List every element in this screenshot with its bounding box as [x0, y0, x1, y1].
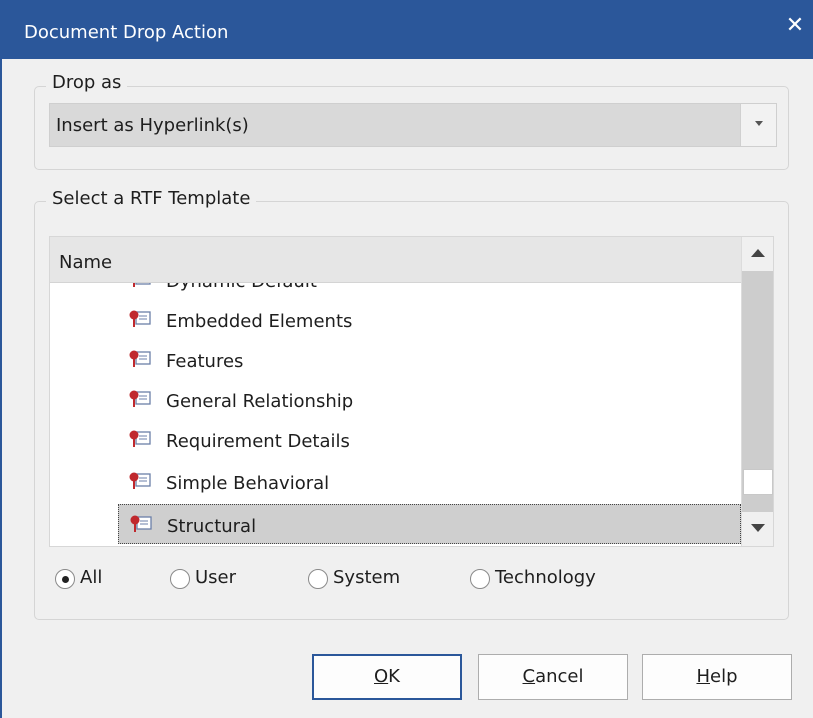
- template-icon: [129, 350, 151, 367]
- radio-circle: [170, 569, 190, 589]
- cancel-button[interactable]: Cancel: [478, 654, 628, 700]
- list-item[interactable]: Features: [118, 340, 741, 380]
- radio-circle: [308, 569, 328, 589]
- list-item-label: General Relationship: [166, 391, 354, 412]
- filter-system-radio[interactable]: System: [308, 567, 418, 597]
- chevron-down-icon: [755, 121, 763, 126]
- list-item-label: Structural: [167, 516, 257, 537]
- template-icon: [133, 283, 151, 287]
- drop-as-legend: Drop as: [46, 72, 128, 93]
- column-header-label: Name: [59, 252, 113, 273]
- list-item[interactable]: Dynamic Default: [118, 283, 741, 300]
- template-icon: [129, 430, 151, 447]
- help-accel: H: [696, 666, 711, 687]
- cancel-label: ancel: [535, 666, 584, 687]
- close-button[interactable]: ✕: [778, 8, 812, 44]
- list-item-label: Requirement Details: [166, 431, 350, 452]
- template-icon: [129, 390, 151, 407]
- help-label: elp: [710, 666, 738, 687]
- filter-user-label: User: [195, 567, 237, 588]
- arrow-up-icon: [751, 249, 765, 257]
- arrow-down-icon: [751, 524, 765, 532]
- filter-all-radio[interactable]: All: [55, 567, 125, 597]
- radio-circle: [55, 569, 75, 589]
- close-icon: ✕: [785, 13, 805, 38]
- drop-as-select[interactable]: Insert as Hyperlink(s): [49, 103, 777, 147]
- filter-technology-label: Technology: [495, 567, 596, 588]
- scroll-down-button[interactable]: [742, 512, 773, 546]
- filter-technology-radio[interactable]: Technology: [470, 567, 630, 597]
- radio-circle: [470, 569, 490, 589]
- filter-all-label: All: [80, 567, 103, 588]
- template-icon: [130, 515, 152, 532]
- list-item-selected[interactable]: Structural: [118, 504, 741, 544]
- list-item[interactable]: Simple Behavioral: [118, 462, 741, 502]
- vertical-scrollbar[interactable]: [741, 237, 773, 546]
- filter-user-radio[interactable]: User: [170, 567, 260, 597]
- list-item-label: Dynamic Default: [166, 283, 317, 292]
- help-button[interactable]: Help: [642, 654, 792, 700]
- list-item[interactable]: Requirement Details: [118, 420, 741, 460]
- filter-system-label: System: [333, 567, 401, 588]
- ok-button[interactable]: OK: [312, 654, 462, 700]
- document-drop-action-dialog: Document Drop Action ✕ Drop as Insert as…: [0, 0, 813, 718]
- template-list[interactable]: Name Dynamic Default Embedded Elements: [49, 236, 774, 547]
- list-item-label: Simple Behavioral: [166, 473, 330, 494]
- title-bar: Document Drop Action ✕: [2, 0, 813, 59]
- scroll-up-button[interactable]: [742, 237, 773, 271]
- template-icon: [129, 310, 151, 327]
- list-item[interactable]: General Relationship: [118, 380, 741, 420]
- template-icon: [129, 472, 151, 489]
- list-item-label: Embedded Elements: [166, 311, 353, 332]
- scroll-thumb[interactable]: [743, 469, 773, 495]
- dialog-title: Document Drop Action: [24, 22, 229, 43]
- scroll-track[interactable]: [742, 271, 773, 512]
- template-list-body: Dynamic Default Embedded Elements Featur…: [50, 283, 741, 546]
- column-header-name[interactable]: Name: [50, 237, 741, 283]
- rtf-template-legend: Select a RTF Template: [46, 188, 257, 209]
- drop-as-value: Insert as Hyperlink(s): [56, 115, 249, 136]
- ok-accel: O: [374, 666, 389, 687]
- list-item[interactable]: Embedded Elements: [118, 300, 741, 340]
- cancel-accel: C: [522, 666, 536, 687]
- list-item-label: Features: [166, 351, 244, 372]
- ok-label: K: [388, 666, 400, 687]
- drop-as-dropdown-button[interactable]: [740, 104, 776, 146]
- radio-dot: [62, 576, 69, 583]
